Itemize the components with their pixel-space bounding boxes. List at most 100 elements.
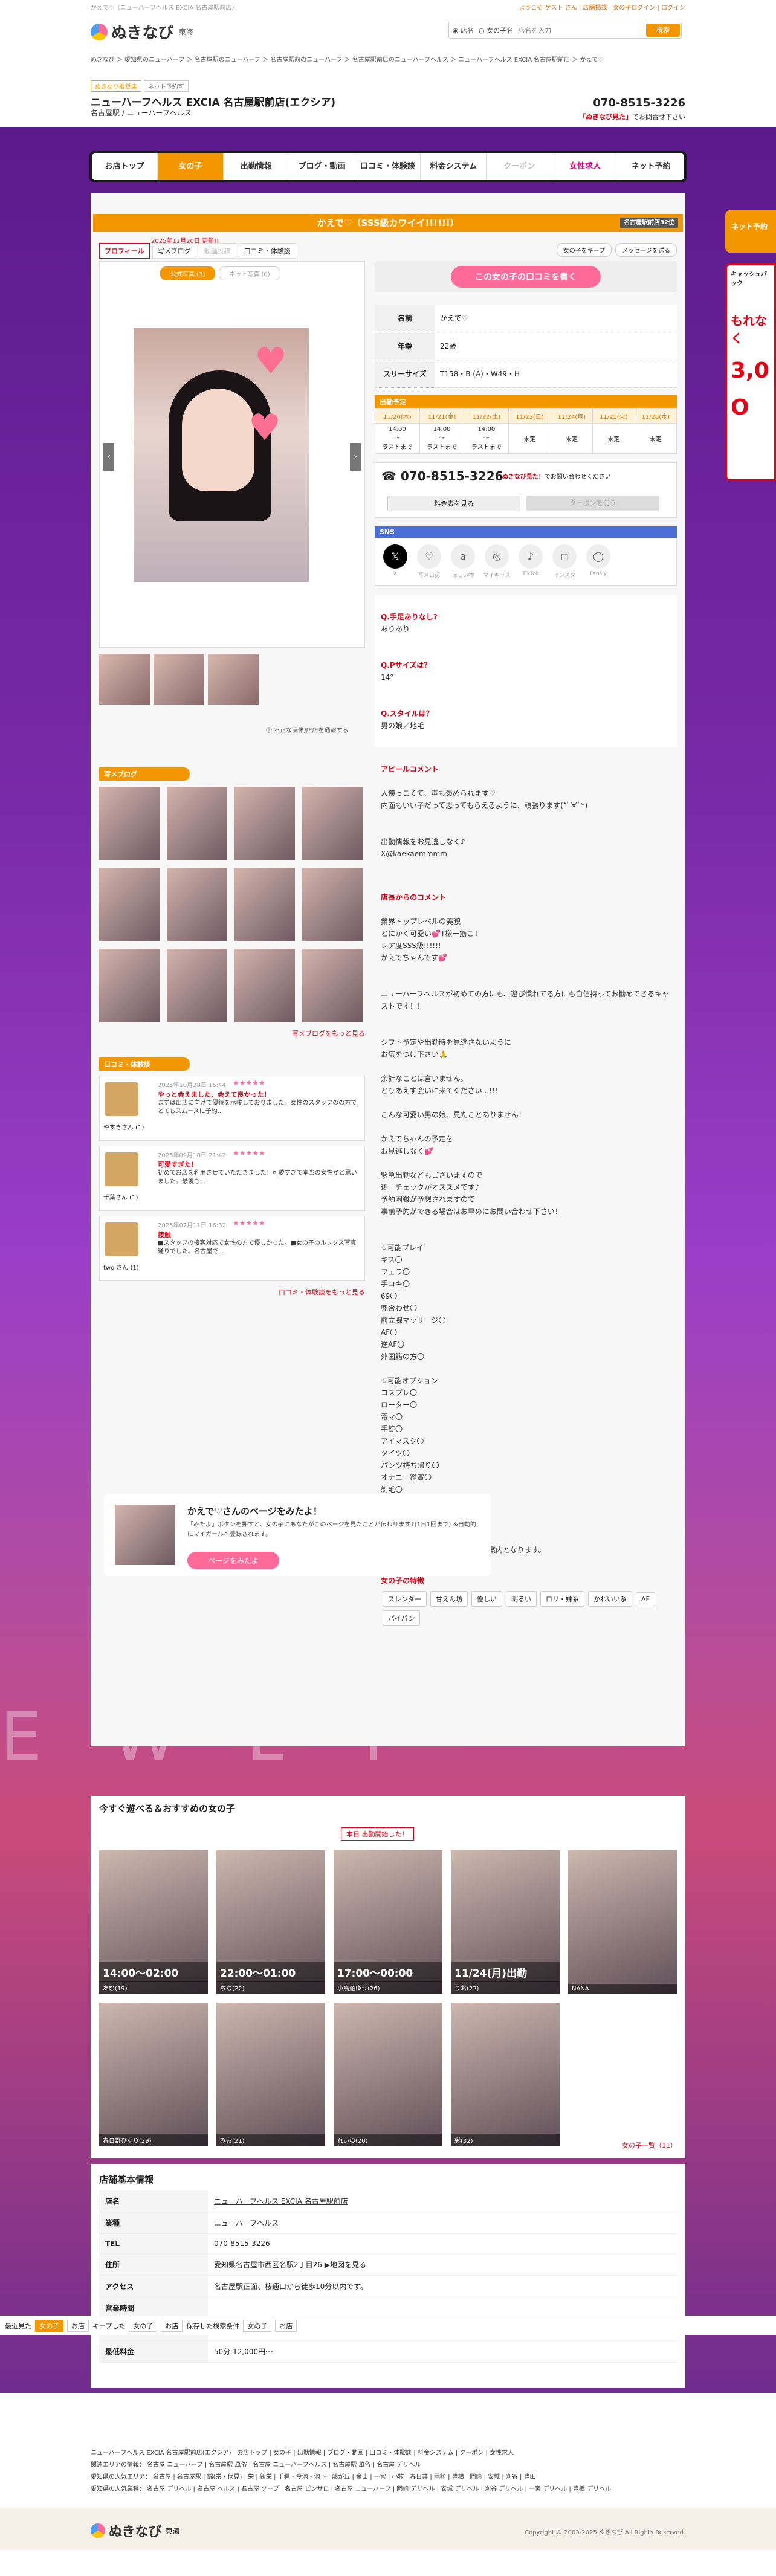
price-list-button[interactable]: 料金表を見る: [387, 496, 520, 511]
girl-action-buttons: 女の子をキープ メッセージを送る: [556, 243, 677, 257]
fansly-icon[interactable]: ◯ Fansly: [584, 544, 612, 579]
next-photo-arrow[interactable]: ›: [350, 443, 361, 471]
history-girls[interactable]: 女の子: [35, 2319, 63, 2332]
blog-thumb[interactable]: [99, 787, 160, 860]
blog-thumb[interactable]: [99, 949, 160, 1022]
search-option-girl[interactable]: ○ 女の子名: [479, 25, 513, 35]
review-item[interactable]: two さん (1) 2025年07月11日 16:32 ★★★★★ 接触 ■ス…: [99, 1216, 365, 1281]
girl-card[interactable]: 14:00〜02:00 あむ(19): [99, 1850, 208, 1994]
blog-thumb[interactable]: [234, 949, 295, 1022]
photo-thumbnail[interactable]: [208, 654, 259, 705]
tab-official-photos[interactable]: 公式写真 (3): [160, 266, 216, 280]
nav-coupon[interactable]: クーポン: [487, 153, 553, 180]
girl-card[interactable]: みお(21): [216, 2003, 325, 2146]
breadcrumb[interactable]: ぬきなび ＞ 愛知県のニューハーフ ＞ 名古屋駅のニューハーフ ＞ 名古屋駅前の…: [91, 54, 603, 63]
nav-girls[interactable]: 女の子: [157, 153, 224, 180]
instagram-icon[interactable]: ◻ インスタ: [551, 544, 578, 579]
footer-links[interactable]: ニューハーフヘルス EXCIA 名古屋駅前店(エクシア) | お店トップ | 女…: [91, 2447, 685, 2496]
send-message-button[interactable]: メッセージを送る: [615, 243, 677, 257]
keep-girls[interactable]: 女の子: [129, 2319, 158, 2332]
photo-diary-icon[interactable]: ♡ 写メ日記: [415, 544, 443, 579]
tiktok-icon[interactable]: ♪ TikTok: [517, 544, 545, 579]
report-link[interactable]: ⓘ 不正な画像/店店を通報する: [266, 725, 349, 734]
feature-tag[interactable]: かわいい系: [588, 1591, 632, 1607]
blog-thumb[interactable]: [167, 949, 227, 1022]
use-coupon-button[interactable]: クーポンを使う: [526, 496, 659, 511]
sns-links: 𝕏X ♡ 写メ日記 a ほしい物 ◎ マイキャス ♪ TikTok ◻ インスタ ◯ Fan…: [375, 538, 677, 586]
feature-tag[interactable]: パイパン: [383, 1610, 421, 1626]
girl-card[interactable]: 彩(32): [451, 2003, 560, 2146]
site-logo[interactable]: ぬきなび 東海: [91, 21, 193, 43]
tab-blog[interactable]: 写メブログ: [152, 243, 196, 259]
saved-shops[interactable]: お店: [275, 2319, 297, 2332]
blog-thumb[interactable]: [167, 787, 227, 860]
write-review-button[interactable]: この女の子の口コミを書く: [451, 266, 601, 288]
feature-tag[interactable]: 優しい: [471, 1591, 502, 1607]
search-option-shop[interactable]: ◉ 店名: [453, 25, 474, 35]
tab-profile[interactable]: プロフィール: [99, 243, 150, 259]
prev-photo-arrow[interactable]: ‹: [103, 443, 114, 471]
nav-price[interactable]: 料金システム: [421, 153, 487, 180]
nav-reviews[interactable]: 口コミ・体験談: [355, 153, 421, 180]
sns-title: SNS: [375, 526, 677, 538]
shop-name[interactable]: ニューハーフヘルス EXCIA 名古屋駅前店(エクシア): [91, 94, 335, 109]
blog-thumb[interactable]: [167, 868, 227, 941]
girl-card[interactable]: NANA: [568, 1850, 677, 1994]
top-links[interactable]: ようこそ ゲスト さん | 店舗掲載 | 女の子ログイン | ログイン: [519, 2, 685, 11]
history-shops[interactable]: お店: [67, 2319, 89, 2332]
girl-card[interactable]: 11/24(月)出勤 りお(22): [451, 1850, 560, 1994]
twitcasting-icon[interactable]: ◎ マイキャス: [483, 544, 511, 579]
logo-icon: [91, 2523, 105, 2538]
rating-stars: ★★★★★: [233, 1149, 265, 1157]
photo-thumbnail[interactable]: [99, 654, 150, 705]
blog-thumb[interactable]: [99, 868, 160, 941]
footer-logo[interactable]: ぬきなび 東海: [91, 2521, 180, 2540]
tab-net-photos[interactable]: ネット写真 (0): [219, 266, 280, 280]
feature-tag[interactable]: 甘えん坊: [430, 1591, 468, 1607]
x-icon[interactable]: 𝕏X: [381, 544, 409, 579]
reviews-more-link[interactable]: 口コミ・体験談をもっと見る: [99, 1287, 365, 1297]
girl-card[interactable]: 22:00〜01:00 ちな(22): [216, 1850, 325, 1994]
keep-shops[interactable]: お店: [161, 2319, 183, 2332]
tab-reviews[interactable]: 口コミ・体験談: [238, 243, 296, 259]
girl-card[interactable]: 春日野ひなり(29): [99, 2003, 208, 2146]
girl-card[interactable]: 17:00〜00:00 小鳥遊ゆう(26): [334, 1850, 442, 1994]
nav-schedule[interactable]: 出勤情報: [224, 153, 289, 180]
main-photo[interactable]: ♥ ♥: [134, 328, 309, 582]
blog-thumb[interactable]: [234, 787, 295, 860]
photo-tabs: 公式写真 (3) ネット写真 (0): [160, 266, 280, 280]
wishlist-icon[interactable]: a ほしい物: [449, 544, 477, 579]
mitayo-button[interactable]: ページをみたよ: [187, 1552, 279, 1569]
girl-card[interactable]: れいの(20): [334, 2003, 442, 2146]
saved-girls[interactable]: 女の子: [243, 2319, 272, 2332]
blog-thumb[interactable]: [302, 868, 363, 941]
blog-thumb[interactable]: [302, 787, 363, 860]
feature-tag[interactable]: スレンダー: [383, 1591, 427, 1607]
nav-shop-top[interactable]: お店トップ: [92, 153, 158, 180]
tab-video[interactable]: 動画投稿: [198, 243, 236, 259]
feature-tag[interactable]: ロリ・妹系: [540, 1591, 584, 1607]
blog-thumb[interactable]: [234, 868, 295, 941]
shop-phone[interactable]: 070-8515-3226: [593, 97, 685, 109]
schedule-title: 出勤予定: [375, 395, 677, 408]
review-item[interactable]: 千葉さん (1) 2025年09月18日 21:42 ★★★★★ 可愛すぎた！ …: [99, 1146, 365, 1211]
shop-info-title: 店舗基本情報: [99, 2174, 154, 2185]
nav-reserve[interactable]: ネット予約: [618, 153, 684, 180]
feature-tag[interactable]: 明るい: [506, 1591, 537, 1607]
nav-recruit[interactable]: 女性求人: [552, 153, 619, 180]
feature-tag[interactable]: AF: [636, 1592, 655, 1606]
side-ad-banner[interactable]: キャッシュバック もれなく 3,0 O: [725, 263, 776, 481]
photo-thumbnails: [99, 654, 259, 705]
photo-thumbnail[interactable]: [154, 654, 204, 705]
staff-comment: 店長からのコメント 業界トップレベルの美貌 とにかく可愛い💕T様一筋こT レア度…: [381, 893, 670, 1554]
keep-girl-button[interactable]: 女の子をキープ: [556, 243, 612, 257]
blog-more-link[interactable]: 写メブログをもっと見る: [99, 1028, 365, 1038]
blog-thumb[interactable]: [302, 949, 363, 1022]
search-input[interactable]: [518, 26, 609, 34]
girls-list-link[interactable]: 女の子一覧（11）: [622, 2140, 677, 2150]
nav-blog[interactable]: ブログ・動画: [289, 153, 355, 180]
review-item[interactable]: やすきさん (1) 2025年10月28日 16:44 ★★★★★ やっと会えま…: [99, 1076, 365, 1141]
search-button[interactable]: 検索: [646, 24, 680, 37]
history-label: 最近見た: [5, 2322, 31, 2330]
side-reserve-tab[interactable]: ネット予約: [725, 210, 776, 253]
